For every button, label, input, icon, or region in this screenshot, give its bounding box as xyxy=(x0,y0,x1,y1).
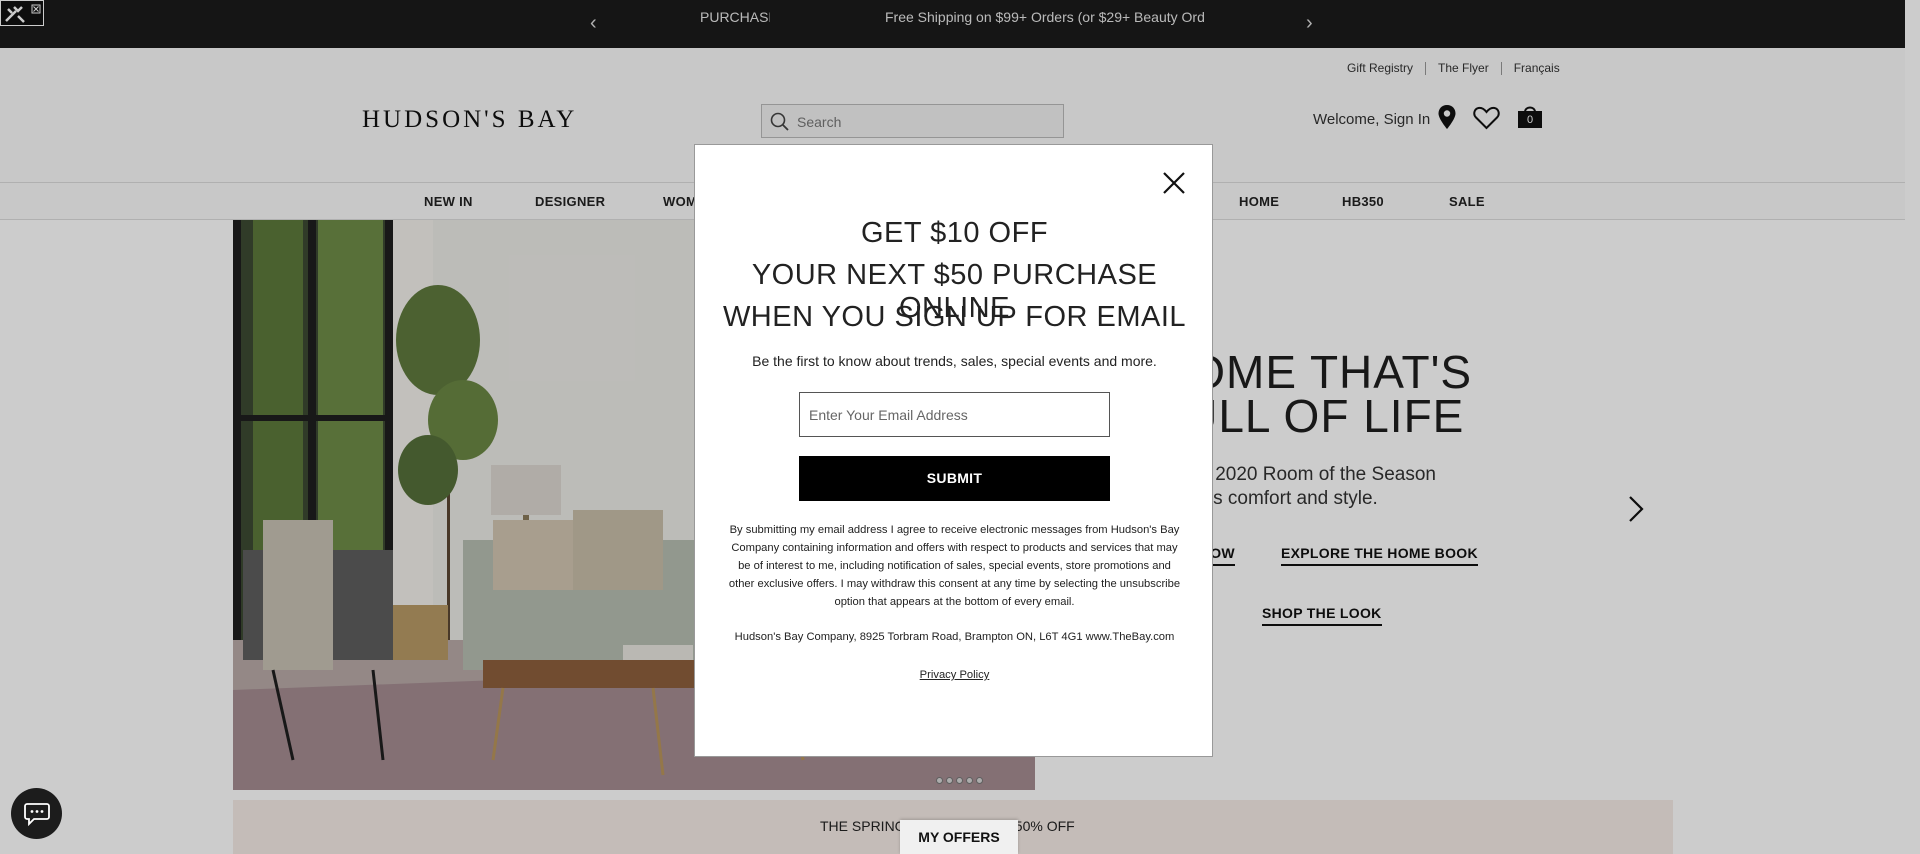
modal-heading: WHEN YOU SIGN UP FOR EMAIL xyxy=(722,301,1187,333)
close-icon[interactable] xyxy=(1162,171,1186,195)
email-signup-modal: GET $10 OFF YOUR NEXT $50 PURCHASE ONLIN… xyxy=(694,144,1213,757)
modal-lead-text: Be the first to know about trends, sales… xyxy=(752,353,1157,369)
chat-icon xyxy=(24,803,50,826)
modal-heading: GET $10 OFF xyxy=(860,217,1049,249)
consent-text: By submitting my email address I agree t… xyxy=(728,524,1181,608)
my-offers-button[interactable]: MY OFFERS xyxy=(900,820,1018,854)
company-address: Hudson's Bay Company, 8925 Torbram Road,… xyxy=(734,631,1175,643)
submit-button[interactable]: SUBMIT xyxy=(799,456,1110,501)
privacy-policy-link[interactable]: Privacy Policy xyxy=(920,669,990,681)
email-field[interactable] xyxy=(799,392,1110,437)
privacy-policy: Privacy Policy xyxy=(695,669,1214,681)
chat-button[interactable] xyxy=(11,788,62,839)
